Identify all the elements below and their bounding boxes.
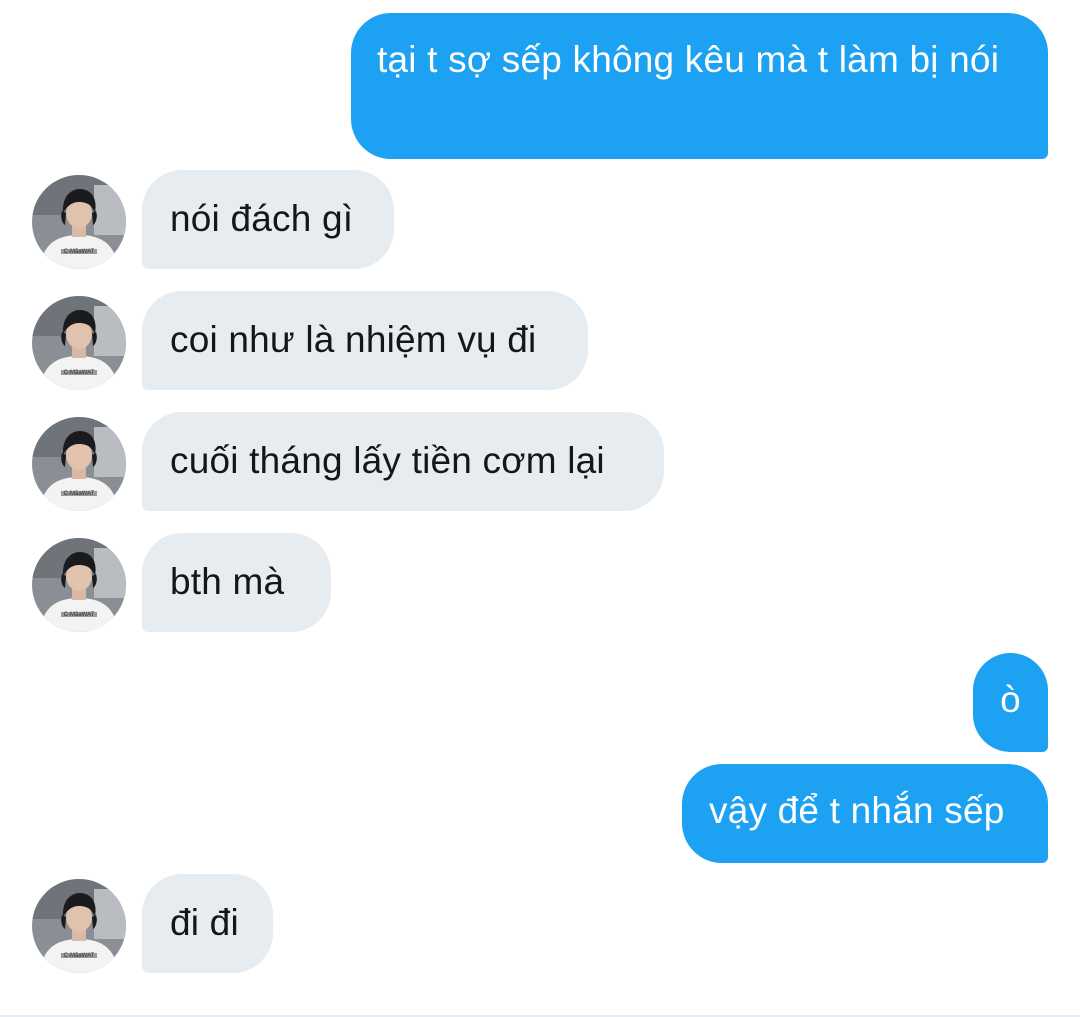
message-text: nói đách gì (170, 198, 354, 239)
received-message-bubble[interactable]: coi như là nhiệm vụ đi (142, 291, 588, 390)
sent-message-bubble[interactable]: ò (973, 653, 1048, 752)
avatar[interactable]: C-MãaWAT (32, 879, 126, 973)
avatar-shirt-text: C-MãaWAT (64, 491, 95, 497)
sent-message-bubble[interactable]: tại t sợ sếp không kêu mà t làm bị nói (351, 13, 1048, 159)
message-text: vậy để t nhắn sếp (709, 790, 1005, 831)
message-text: coi như là nhiệm vụ đi (170, 319, 537, 360)
avatar[interactable]: C-MãaWAT (32, 296, 126, 390)
avatar[interactable]: C-MãaWAT (32, 175, 126, 269)
conversation-thread: tại t sợ sếp không kêu mà t làm bị nói C… (0, 0, 1080, 1017)
avatar-shirt-text: C-MãaWAT (64, 953, 95, 959)
received-message-bubble[interactable]: nói đách gì (142, 170, 394, 269)
avatar-shirt-text: C-MãaWAT (64, 612, 95, 618)
message-text: cuối tháng lấy tiền cơm lại (170, 440, 605, 481)
avatar[interactable]: C-MãaWAT (32, 417, 126, 511)
message-text: tại t sợ sếp không kêu mà t làm bị nói (377, 39, 1000, 80)
message-text: bth mà (170, 561, 285, 602)
sent-message-bubble[interactable]: vậy để t nhắn sếp (682, 764, 1048, 863)
avatar[interactable]: C-MãaWAT (32, 538, 126, 632)
avatar-shirt-text: C-MãaWAT (64, 249, 95, 255)
received-message-bubble[interactable]: bth mà (142, 533, 331, 632)
avatar-shirt-text: C-MãaWAT (64, 370, 95, 376)
message-text: đi đi (170, 902, 239, 943)
message-text: ò (1000, 679, 1021, 720)
received-message-bubble[interactable]: cuối tháng lấy tiền cơm lại (142, 412, 664, 511)
received-message-bubble[interactable]: đi đi (142, 874, 273, 973)
